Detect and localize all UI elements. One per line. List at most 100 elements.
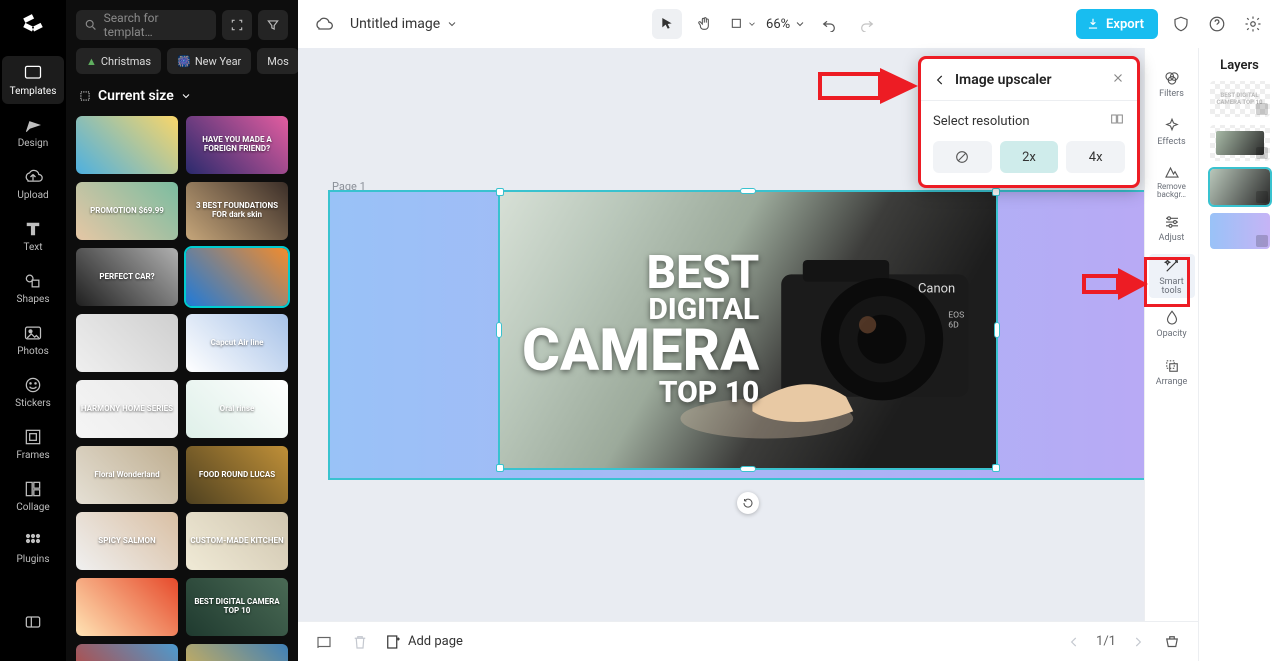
resize-handle[interactable] (994, 322, 1000, 338)
template-thumb[interactable] (76, 314, 178, 372)
artboard[interactable]: Canon EOS 6D BEST DIGITAL CAMERA TOP 10 (330, 192, 1166, 478)
resize-handle[interactable] (992, 188, 1000, 196)
template-thumb[interactable]: Floral Wonderland (76, 446, 178, 504)
rail-plugins[interactable]: Plugins (2, 524, 64, 572)
layer-thumb[interactable] (1210, 213, 1270, 249)
layer-lock-icon[interactable] (1256, 147, 1268, 159)
tag-christmas[interactable]: ▲Christmas (76, 48, 161, 74)
tag-newyear[interactable]: 🎆New Year (167, 48, 251, 74)
crop-dropdown[interactable] (728, 9, 758, 39)
pointer-tool[interactable] (652, 9, 682, 39)
ts-adjust[interactable]: Adjust (1149, 206, 1195, 250)
template-thumb[interactable] (186, 248, 288, 306)
add-page-icon (384, 633, 402, 651)
layer-lock-icon[interactable] (1256, 235, 1268, 247)
layer-thumb[interactable]: BEST DIGITAL CAMERA TOP 10 (1210, 81, 1270, 117)
layer-lock-icon[interactable] (1256, 191, 1268, 203)
resize-handle[interactable] (992, 464, 1000, 472)
reso-2x[interactable]: 2x (1000, 141, 1059, 173)
template-thumb[interactable]: Oral rinse (186, 380, 288, 438)
delete-page-icon (348, 630, 372, 654)
template-thumb[interactable]: PERFECT CAR? (76, 248, 178, 306)
layers-panel: Layers BEST DIGITAL CAMERA TOP 10 (1198, 48, 1280, 661)
scan-button[interactable] (222, 10, 252, 40)
page-indicator: 1/1 (1096, 634, 1116, 649)
redo-button[interactable] (852, 9, 882, 39)
rail-templates[interactable]: Templates (2, 56, 64, 104)
chevron-down-icon (446, 18, 458, 30)
document-title[interactable]: Untitled image (350, 16, 458, 32)
ts-arrange[interactable]: Arrange (1149, 350, 1195, 394)
rail-label: Upload (17, 190, 48, 201)
ts-effects[interactable]: Effects (1149, 110, 1195, 154)
cloud-sync-icon[interactable] (312, 12, 336, 36)
template-thumb[interactable]: FOOD ROUND LUCAS (186, 446, 288, 504)
template-thumb[interactable]: ITALY (186, 644, 288, 661)
template-thumb[interactable]: SPICY SALMON (76, 512, 178, 570)
rail-collapse[interactable] (2, 599, 64, 647)
add-page-button[interactable]: Add page (384, 633, 463, 651)
ts-remove-bg[interactable]: Remove backgr… (1149, 158, 1195, 202)
template-thumb[interactable]: HARMONY HOME SERIES (76, 380, 178, 438)
template-grid: HAVE YOU MADE A FOREIGN FRIEND? PROMOTIO… (66, 116, 298, 661)
template-thumb[interactable] (76, 116, 178, 174)
pages-overview-icon[interactable] (312, 630, 336, 654)
close-button[interactable] (1111, 70, 1125, 89)
prev-page-icon (1062, 630, 1086, 654)
shield-icon[interactable] (1168, 11, 1194, 37)
template-thumb[interactable]: 3 BEST FOUNDATIONS FOR dark skin (186, 182, 288, 240)
rail-shapes[interactable]: Shapes (2, 264, 64, 312)
settings-icon[interactable] (1240, 11, 1266, 37)
rail-design[interactable]: Design (2, 108, 64, 156)
help-icon[interactable] (1204, 11, 1230, 37)
rail-label: Text (23, 242, 42, 253)
back-button[interactable] (933, 72, 949, 88)
rail-collage[interactable]: Collage (2, 472, 64, 520)
tag-more[interactable]: Mos (257, 48, 298, 74)
present-icon[interactable] (1160, 630, 1184, 654)
resize-handle[interactable] (740, 466, 756, 472)
layer-lock-icon[interactable] (1256, 103, 1268, 115)
zoom-level[interactable]: 66% (766, 17, 806, 32)
hand-tool[interactable] (690, 9, 720, 39)
current-size-dropdown[interactable]: Current size (66, 84, 298, 116)
compare-icon[interactable] (1109, 111, 1125, 131)
left-rail: Templates Design Upload Text Shapes Phot… (0, 0, 66, 661)
rail-text[interactable]: Text (2, 212, 64, 260)
selection-box[interactable] (500, 192, 996, 468)
template-thumb[interactable]: BEST DIGITAL CAMERA TOP 10 (186, 578, 288, 636)
template-thumb[interactable]: CUSTOM-MADE KITCHEN (186, 512, 288, 570)
search-input[interactable]: Search for templat… (76, 10, 216, 40)
rail-stickers[interactable]: Stickers (2, 368, 64, 416)
resize-handle[interactable] (496, 188, 504, 196)
rail-label: Stickers (15, 398, 51, 409)
filter-button[interactable] (258, 10, 288, 40)
rail-upload[interactable]: Upload (2, 160, 64, 208)
resize-handle[interactable] (740, 188, 756, 194)
template-thumb[interactable]: HAVE YOU MADE A FOREIGN FRIEND? (186, 116, 288, 174)
resize-handle[interactable] (496, 464, 504, 472)
rail-label: Design (18, 138, 49, 149)
app-logo[interactable] (20, 12, 46, 38)
layer-thumb[interactable] (1210, 125, 1270, 161)
rail-photos[interactable]: Photos (2, 316, 64, 364)
template-thumb[interactable]: PROMOTION $69.99 (76, 182, 178, 240)
rotate-handle[interactable] (737, 492, 759, 514)
templates-panel: Search for templat… ▲Christmas 🎆New Year… (66, 0, 298, 661)
template-thumb[interactable] (76, 578, 178, 636)
ts-smart-tools[interactable]: Smart tools (1149, 254, 1195, 298)
layers-title: Layers (1220, 58, 1259, 73)
reso-4x[interactable]: 4x (1066, 141, 1125, 173)
next-page-icon (1126, 630, 1150, 654)
resize-handle[interactable] (496, 322, 502, 338)
template-thumb[interactable]: Capcut Air line (186, 314, 288, 372)
rail-frames[interactable]: Frames (2, 420, 64, 468)
ts-filters[interactable]: Filters (1149, 62, 1195, 106)
export-button[interactable]: Export (1076, 9, 1158, 39)
upscaler-title: Image upscaler (955, 72, 1052, 88)
undo-button[interactable] (814, 9, 844, 39)
reso-none[interactable] (933, 141, 992, 173)
layer-thumb[interactable] (1210, 169, 1270, 205)
ts-opacity[interactable]: Opacity (1149, 302, 1195, 346)
template-thumb[interactable]: DON'T DO THIS IN JAPAN (76, 644, 178, 661)
